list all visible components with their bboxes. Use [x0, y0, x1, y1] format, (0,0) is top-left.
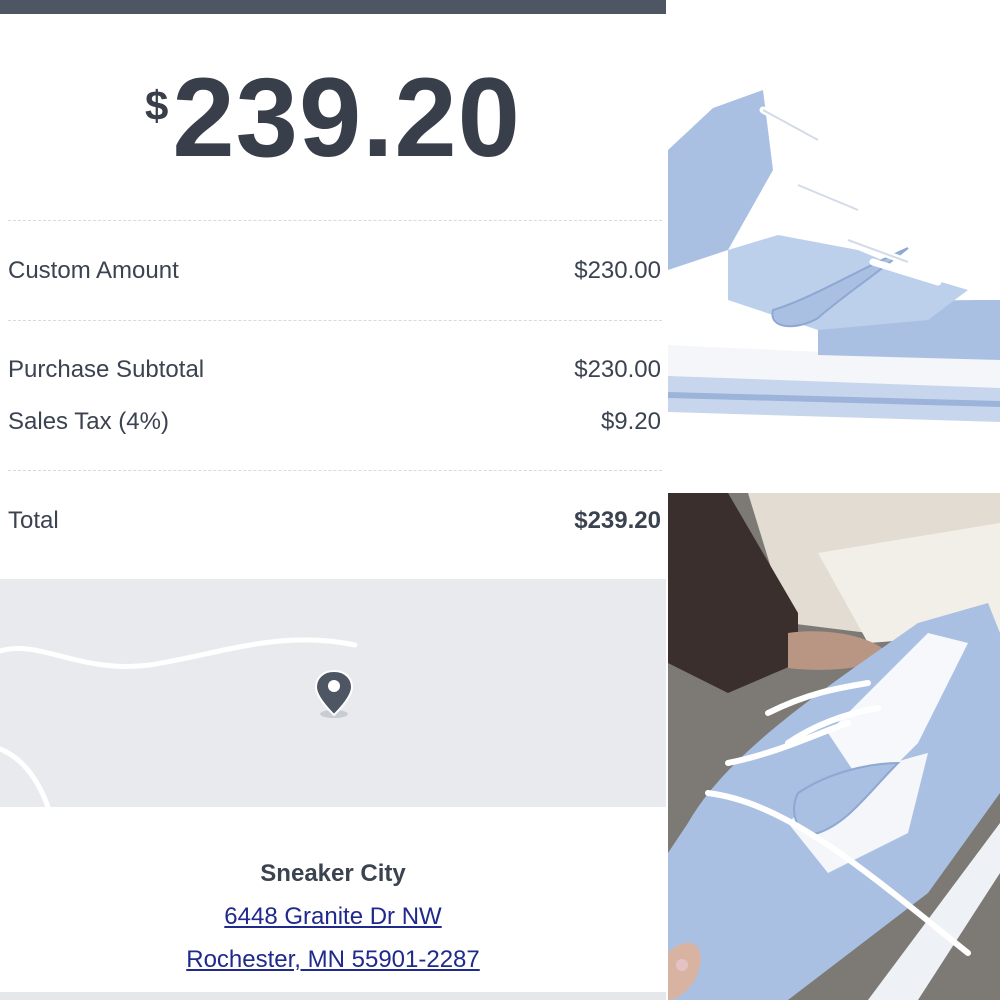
total-amount: 239.20 [172, 55, 521, 180]
total-value: $239.20 [574, 507, 661, 534]
store-address-line2-link[interactable]: Rochester, MN 55901-2287 [0, 946, 666, 974]
store-location-map[interactable] [0, 579, 666, 807]
sneaker-worn-photo [668, 493, 1000, 1000]
tax-row: Sales Tax (4%) $9.20 [8, 407, 661, 437]
line-item-label: Custom Amount [8, 257, 179, 284]
sneaker-illustration [668, 90, 1000, 422]
total-currency-symbol: $ [145, 82, 169, 129]
line-item-row: Custom Amount $230.00 [8, 256, 661, 286]
sneaker-photo-illustration [668, 493, 1000, 1000]
map-roads [0, 637, 358, 807]
receipt-panel: $239.20 Custom Amount $230.00 Purchase S… [0, 0, 666, 1000]
divider [8, 220, 662, 221]
subtotal-value: $230.00 [574, 356, 661, 383]
map-pin-icon[interactable] [314, 669, 354, 717]
total-row: Total $239.20 [8, 506, 661, 536]
subtotal-row: Purchase Subtotal $230.00 [8, 355, 661, 385]
total-label: Total [8, 507, 59, 534]
divider [8, 320, 662, 321]
line-item-value: $230.00 [574, 257, 661, 284]
receipt-top-bar [0, 0, 666, 14]
total-amount-display: $239.20 [0, 62, 666, 174]
tax-value: $9.20 [600, 408, 661, 435]
store-address-line1-link[interactable]: 6448 Granite Dr NW [0, 903, 666, 931]
store-name: Sneaker City [260, 860, 406, 887]
divider [8, 470, 662, 471]
tax-label: Sales Tax (4%) [8, 408, 169, 435]
bottom-divider [0, 992, 666, 1000]
sneaker-product-photo [668, 0, 1000, 490]
subtotal-label: Purchase Subtotal [8, 356, 205, 383]
